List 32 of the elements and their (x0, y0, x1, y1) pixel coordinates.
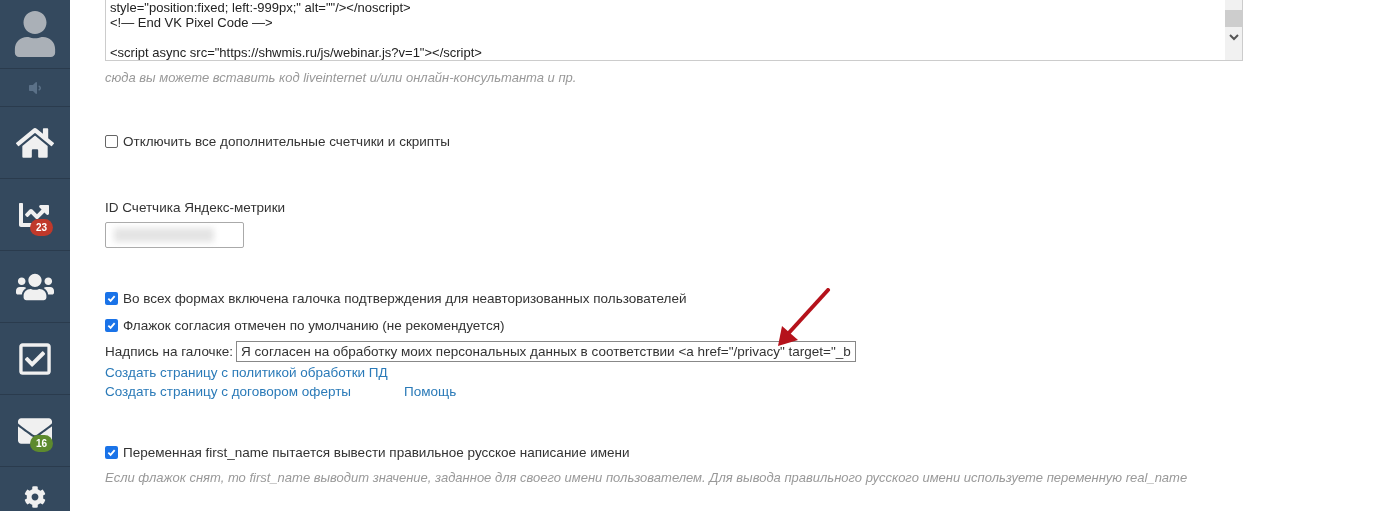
sidebar-item[interactable]: 16 (0, 395, 70, 467)
hint-text: сюда вы можете вставить код liveinternet и/или онлайн-консультанта и пр. (105, 70, 578, 85)
checkbox[interactable] (105, 135, 118, 148)
checkbox-label: Переменная first_name пытается вывести правильное русское написание имени (123, 445, 630, 460)
input-field[interactable]: Я согласен на обработку моих персональных данных в соответствии <a href="/privacy" target="_b (235, 341, 856, 362)
scrollbar[interactable] (1225, 0, 1242, 60)
input-field[interactable] (105, 222, 244, 248)
field-label: ID Счетчика Яндекс-метрики (105, 200, 287, 215)
chevron-down-icon[interactable] (1228, 33, 1239, 41)
speaker-icon (27, 79, 43, 96)
link[interactable]: Помощь (404, 384, 457, 399)
link[interactable]: Создать страницу с договором оферты (105, 384, 352, 399)
link[interactable]: Создать страницу с политикой обработки ПД (105, 365, 388, 380)
checkbox[interactable] (105, 292, 118, 305)
code-textarea[interactable]: style="position:fixed; left:-999px;" alt=""/></noscript> <!— End VK Pixel Code —> <script async src="https://shwmis.ru/js/webinar.js?v=1"></script> (105, 0, 1243, 61)
checkbox-label: Флажок согласия отмечен по умолчанию (не рекомендуется) (123, 318, 505, 333)
count-badge: 16 (30, 434, 54, 452)
sidebar-item[interactable]: 23 (0, 179, 70, 251)
checkbox-icon (17, 340, 53, 377)
checkbox-label: Во всех формах включена галочка подтверждения для неавторизованных пользователей (123, 291, 687, 306)
settings-icon (24, 486, 46, 508)
code-line: <!— End VK Pixel Code —> (110, 15, 274, 30)
checkbox[interactable] (105, 319, 118, 332)
code-line: style="position:fixed; left:-999px;" alt=""/></noscript> (110, 0, 412, 15)
annotation-arrow (776, 288, 832, 348)
hint-text: Если флажок снят, то first_name выводит значение, заданное для своего имени пользователем. Для вывода правильного русского имени используете переменную real_name (105, 470, 1189, 485)
checkbox[interactable] (105, 446, 118, 459)
avatar-icon (12, 11, 58, 57)
count-badge: 23 (30, 218, 54, 236)
code-line: <script async src="https://shwmis.ru/js/webinar.js?v=1"></script> (110, 45, 483, 60)
field-label: Надпись на галочке: (105, 344, 233, 359)
checkbox-label: Отключить все дополнительные счетчики и скрипты (123, 134, 451, 149)
